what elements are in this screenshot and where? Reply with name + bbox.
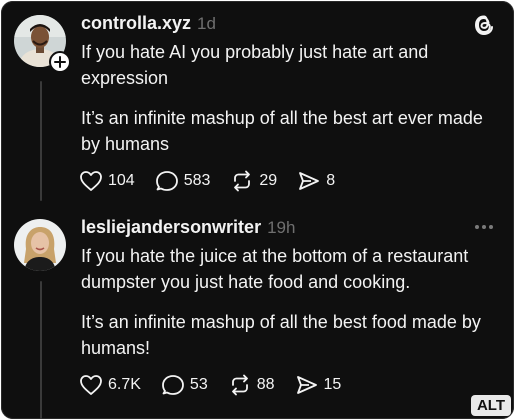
post-paragraph: It’s an infinite mashup of all the best … xyxy=(81,108,483,154)
post-paragraph: It’s an infinite mashup of all the best … xyxy=(81,312,481,358)
reply-count: 583 xyxy=(183,172,211,189)
follow-plus-button[interactable] xyxy=(49,51,71,73)
share-icon xyxy=(296,376,317,394)
like-button[interactable]: 104 xyxy=(79,170,135,192)
reply-button[interactable]: 583 xyxy=(155,170,211,192)
comment-icon xyxy=(162,375,184,395)
post-body: If you hate the juice at the bottom of a… xyxy=(81,243,501,361)
post-body: If you hate AI you probably just hate ar… xyxy=(81,39,501,157)
post-actions: 6.7K 53 88 15 xyxy=(79,374,361,396)
repost-count: 88 xyxy=(256,376,275,393)
repost-count: 29 xyxy=(259,172,278,189)
more-icon[interactable] xyxy=(475,225,493,229)
like-button[interactable]: 6.7K xyxy=(79,374,141,396)
share-count: 8 xyxy=(326,172,336,189)
share-button[interactable]: 15 xyxy=(295,374,342,396)
repost-icon xyxy=(231,374,248,396)
share-count: 15 xyxy=(323,376,342,393)
share-button[interactable]: 8 xyxy=(297,170,335,192)
post-time: 19h xyxy=(267,218,296,237)
plus-icon xyxy=(54,56,66,68)
reply-count: 53 xyxy=(189,376,208,393)
repost-button[interactable]: 88 xyxy=(228,374,275,396)
alt-text-badge[interactable]: ALT xyxy=(471,395,511,416)
username[interactable]: lesliejandersonwriter xyxy=(81,217,261,238)
repost-button[interactable]: 29 xyxy=(230,170,277,192)
post-header: controlla.xyz 1d xyxy=(81,13,216,34)
post-header: lesliejandersonwriter 19h xyxy=(81,217,295,238)
thread-connector-line xyxy=(40,81,42,201)
like-count: 104 xyxy=(108,172,135,189)
repost-icon xyxy=(234,170,251,192)
heart-icon xyxy=(80,375,102,395)
like-count: 6.7K xyxy=(108,376,141,393)
threads-logo-icon[interactable] xyxy=(473,13,495,42)
avatar-lesliejandersonwriter[interactable] xyxy=(14,219,66,271)
comment-icon xyxy=(155,171,178,191)
share-icon xyxy=(299,172,320,190)
post-time: 1d xyxy=(197,14,216,33)
threads-conversation-card: controlla.xyz 1d If you hate AI you prob… xyxy=(1,1,514,419)
username[interactable]: controlla.xyz xyxy=(81,13,191,34)
post-paragraph: If you hate AI you probably just hate ar… xyxy=(81,42,429,88)
thread-connector-line xyxy=(40,281,42,419)
reply-button[interactable]: 53 xyxy=(161,374,208,396)
heart-icon xyxy=(80,171,102,191)
post-paragraph: If you hate the juice at the bottom of a… xyxy=(81,246,469,292)
post-actions: 104 583 29 8 xyxy=(79,170,355,192)
